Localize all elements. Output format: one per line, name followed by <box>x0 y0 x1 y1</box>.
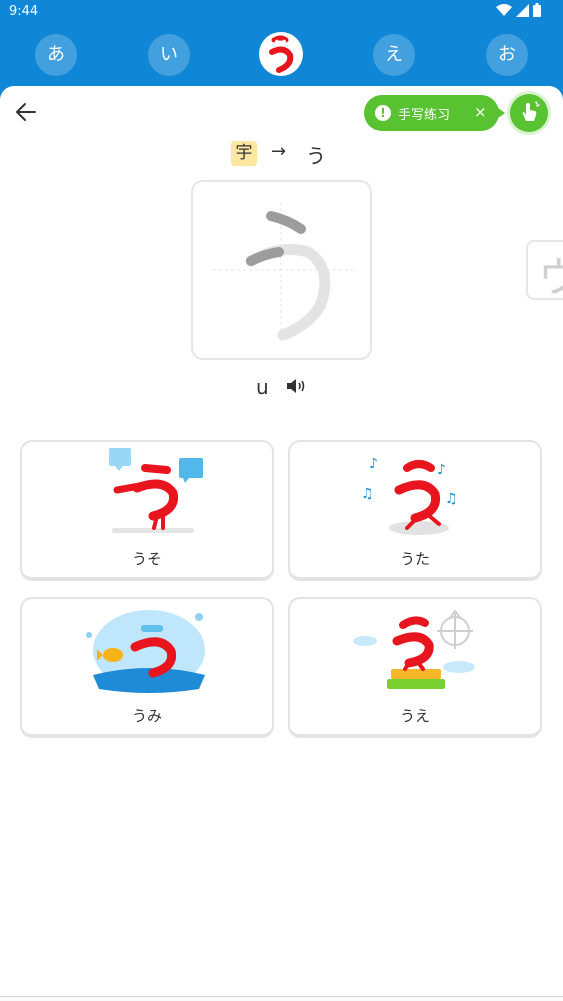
handwriting-button[interactable] <box>510 94 548 132</box>
svg-text:♪: ♪ <box>369 456 378 472</box>
handwriting-label: 手写练习 <box>398 108 451 123</box>
word-card-umi[interactable]: うみ <box>20 597 274 738</box>
character-origin: 宇 → う <box>231 140 331 168</box>
back-arrow-icon[interactable] <box>12 98 40 126</box>
word-label: うみ <box>131 707 162 725</box>
svg-text:♫: ♫ <box>361 486 374 502</box>
mascot-singing-illustration: ♪ ♪ ♫ ♫ <box>361 456 458 535</box>
battery-icon <box>533 3 541 17</box>
romaji-label: u <box>256 375 269 399</box>
mascot-sea-illustration <box>86 610 205 693</box>
kana-tab-o[interactable]: お <box>486 34 528 76</box>
next-character-card[interactable]: ウ <box>526 240 563 300</box>
svg-text:♪: ♪ <box>437 462 446 478</box>
kana-tab-i[interactable]: い <box>148 34 190 76</box>
word-label: うた <box>399 550 430 568</box>
status-time: 9:44 <box>9 4 39 19</box>
speaker-icon[interactable] <box>285 376 307 396</box>
kana-tab-a[interactable]: あ <box>35 34 77 76</box>
signal-icon <box>516 3 529 17</box>
alert-icon: ! <box>375 105 391 121</box>
mascot-lie-illustration <box>109 448 203 533</box>
navigation-bar <box>0 996 563 1001</box>
mascot-above-illustration <box>353 609 475 689</box>
stroke-order-character <box>213 202 353 342</box>
hand-pointer-icon <box>522 101 540 121</box>
handwriting-practice-tip[interactable]: ! 手写练习 × <box>364 95 505 131</box>
word-card-ue[interactable]: うえ <box>288 597 542 738</box>
svg-text:♫: ♫ <box>445 491 458 507</box>
next-character: ウ <box>538 244 563 298</box>
kana-tab-u-active[interactable] <box>259 32 303 76</box>
close-icon[interactable]: × <box>474 103 487 121</box>
word-card-uso[interactable]: うそ <box>20 440 274 581</box>
status-bar: 9:44 <box>0 0 563 26</box>
stroke-animation-box[interactable] <box>191 180 372 360</box>
origin-arrow: → <box>271 141 287 162</box>
origin-kanji: 宇 <box>231 141 257 166</box>
word-label: うえ <box>399 707 430 725</box>
origin-kana: う <box>306 144 326 168</box>
word-label: うそ <box>131 550 162 568</box>
wifi-icon <box>496 3 512 16</box>
mascot-u-icon <box>269 35 294 73</box>
word-card-uta[interactable]: ♪ ♪ ♫ ♫ うた <box>288 440 542 581</box>
kana-tab-e[interactable]: え <box>373 34 415 76</box>
